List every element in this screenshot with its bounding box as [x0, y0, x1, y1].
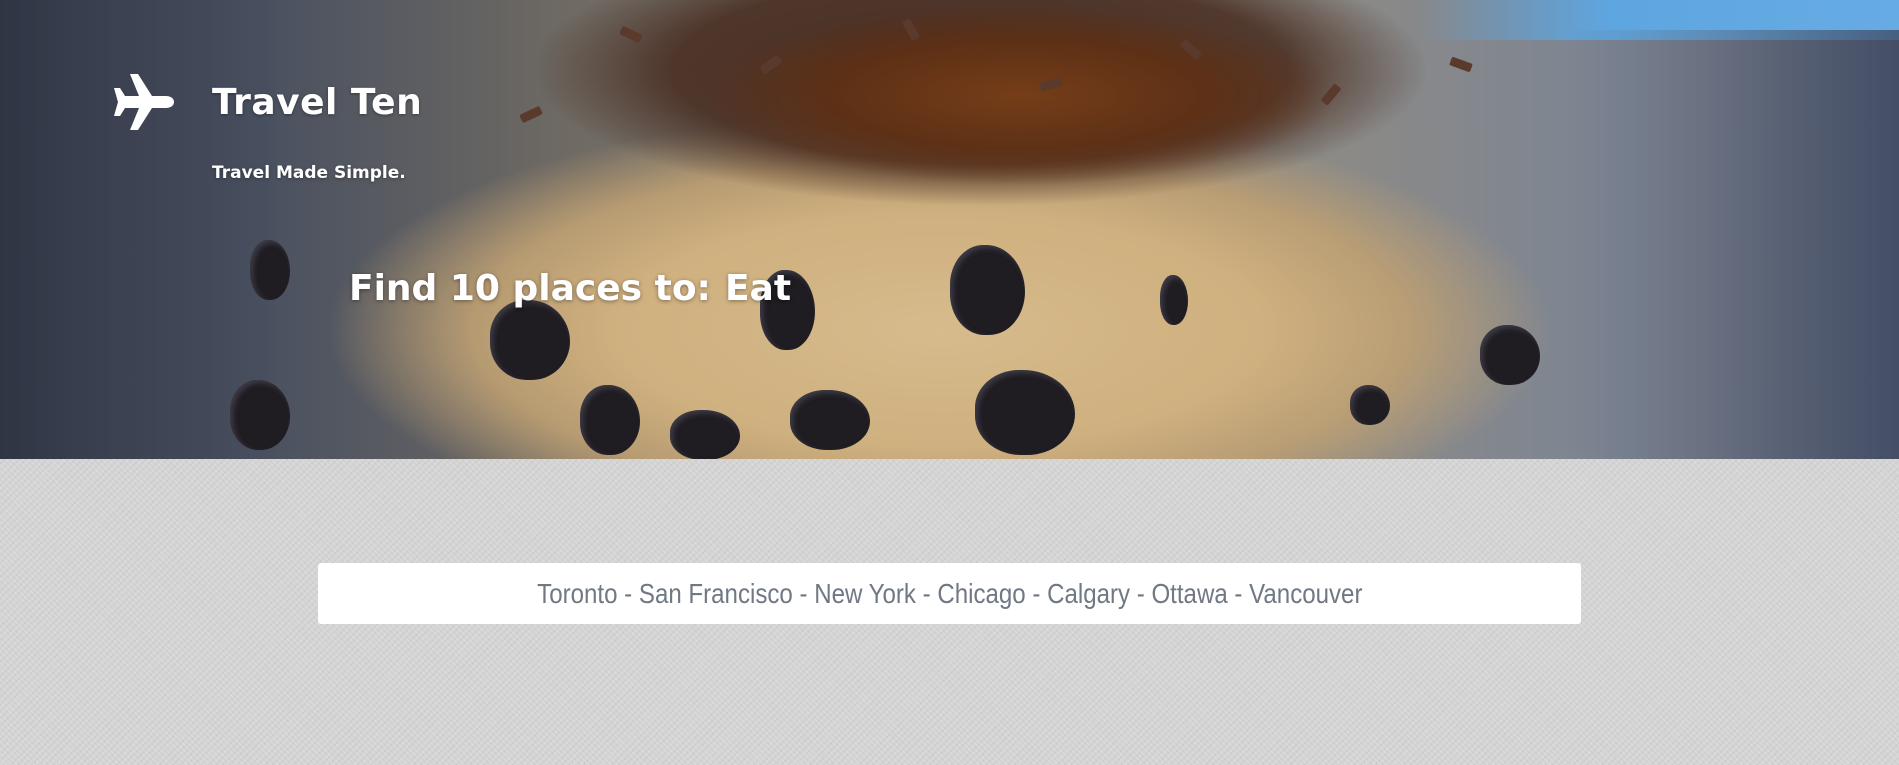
chocolate-chip: [490, 300, 570, 380]
chocolate-chip: [1350, 385, 1390, 425]
chocolate-chip: [975, 370, 1075, 455]
chocolate-sprinkle: [759, 54, 783, 75]
hero-shade-right: [1569, 30, 1899, 459]
headline-prefix: Find 10 places to:: [349, 268, 711, 309]
chocolate-chip: [580, 385, 640, 455]
chocolate-sprinkle: [619, 25, 643, 44]
hero-headline: Find 10 places to: Eat: [349, 268, 791, 309]
chocolate-chip: [790, 390, 870, 450]
chocolate-chip: [1480, 325, 1540, 385]
chocolate-sprinkle: [519, 105, 543, 124]
page: Travel Ten Travel Made Simple. Find 10 p…: [0, 0, 1899, 765]
site-title[interactable]: Travel Ten: [212, 82, 422, 123]
chocolate-chip: [230, 380, 290, 450]
chocolate-chip: [1160, 275, 1188, 325]
chocolate-sprinkle: [1039, 77, 1063, 92]
chocolate-chip: [670, 410, 740, 459]
cities-list: Toronto - San Francisco - New York - Chi…: [536, 577, 1363, 609]
cities-list-box: Toronto - San Francisco - New York - Chi…: [318, 563, 1581, 624]
chocolate-sprinkle: [901, 17, 921, 42]
chocolate-sprinkle: [1320, 83, 1342, 106]
chocolate-chip: [250, 240, 290, 300]
hero-banner: [0, 0, 1899, 459]
chocolate-sprinkle: [1179, 38, 1203, 61]
chocolate-chip: [950, 245, 1025, 335]
chocolate-sprinkle: [1449, 56, 1473, 73]
site-tagline: Travel Made Simple.: [212, 163, 406, 183]
airplane-icon: [112, 72, 176, 132]
headline-rotating-word: Eat: [724, 268, 792, 309]
